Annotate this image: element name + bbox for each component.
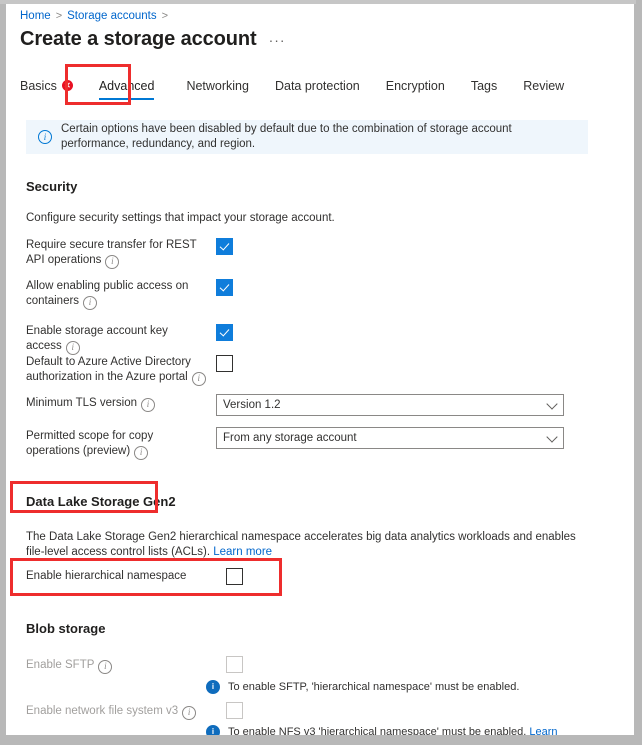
window-top-edge <box>0 0 642 4</box>
tab-data-protection-label: Data protection <box>274 78 360 93</box>
chevron-down-icon <box>546 431 558 443</box>
field-label-minimum-tls-version: Minimum TLS version i <box>26 396 206 412</box>
tab-tags-label: Tags <box>470 78 498 93</box>
field-label-text: Allow enabling public access on containe… <box>26 280 189 307</box>
field-label-permitted-copy-scope: Permitted scope for copy operations (pre… <box>26 429 206 460</box>
vertical-scrollbar[interactable] <box>636 0 642 745</box>
info-icon[interactable]: i <box>83 295 98 310</box>
azure-portal-blade: Home > Storage accounts > Create a storage … <box>6 4 634 735</box>
page-title-row: Create a storage account ··· <box>20 26 286 52</box>
info-banner: i Certain options have been disabled by … <box>26 120 588 154</box>
info-banner-text: Certain options have been disabled by de… <box>61 123 512 150</box>
field-label-enable-key-access: Enable storage account key access i <box>26 324 201 355</box>
tab-networking-label: Networking <box>186 78 249 93</box>
field-label-enable-nfs-v3: Enable network file system v3 i <box>26 704 206 720</box>
hint-nfs-v3: i To enable NFS v3 'hierarchical namespa… <box>206 725 578 735</box>
info-icon[interactable]: i <box>191 371 206 386</box>
browser-window-frame: Home > Storage accounts > Create a storage … <box>0 0 642 745</box>
section-heading-data-lake: Data Lake Storage Gen2 <box>26 494 176 509</box>
checkbox-enable-hierarchical-namespace[interactable] <box>226 568 243 585</box>
tab-review-label: Review <box>523 78 565 93</box>
hint-nfs-v3-body: To enable NFS v3 'hierarchical namespace… <box>228 726 530 735</box>
hint-nfs-v3-text: To enable NFS v3 'hierarchical namespace… <box>228 725 578 735</box>
field-label-default-aad-auth: Default to Azure Active Directory author… <box>26 355 206 386</box>
more-actions-button[interactable]: ··· <box>269 32 286 48</box>
checkbox-enable-nfs-v3 <box>226 702 243 719</box>
data-lake-description-text: The Data Lake Storage Gen2 hierarchical … <box>26 531 576 558</box>
tab-review[interactable]: Review <box>523 79 564 100</box>
tab-networking[interactable]: Networking <box>186 79 249 100</box>
info-icon[interactable]: i <box>105 254 120 269</box>
field-label-allow-public-access: Allow enabling public access on containe… <box>26 279 206 310</box>
info-solid-icon: i <box>206 725 220 735</box>
section-description-security: Configure security settings that impact … <box>26 212 335 224</box>
breadcrumb-item-storage-accounts[interactable]: Storage accounts <box>67 10 157 22</box>
breadcrumb-separator: > <box>55 10 63 22</box>
section-heading-blob-storage: Blob storage <box>26 621 106 636</box>
breadcrumb: Home > Storage accounts > <box>20 9 173 23</box>
chevron-down-icon <box>546 398 558 410</box>
tab-encryption[interactable]: Encryption <box>386 79 445 100</box>
field-label-enable-sftp: Enable SFTP i <box>26 658 206 674</box>
field-label-text: Default to Azure Active Directory author… <box>26 356 191 383</box>
field-label-text: Enable network file system v3 <box>26 705 179 717</box>
dropdown-minimum-tls-version[interactable]: Version 1.2 <box>216 394 564 416</box>
tab-bar: Basics ✕ Advanced Networking Data protec… <box>20 76 590 102</box>
dropdown-permitted-copy-scope-value: From any storage account <box>223 432 357 444</box>
tab-data-protection[interactable]: Data protection <box>275 79 360 100</box>
tab-basics-label: Basics <box>20 78 57 93</box>
field-label-text: Enable storage account key access <box>26 325 168 352</box>
dropdown-minimum-tls-version-value: Version 1.2 <box>223 399 281 411</box>
info-icon[interactable]: i <box>134 445 149 460</box>
info-icon[interactable]: i <box>65 340 80 355</box>
info-icon[interactable]: i <box>182 705 197 720</box>
error-badge-icon: ✕ <box>61 80 73 91</box>
section-heading-security: Security <box>26 179 78 194</box>
info-icon[interactable]: i <box>98 659 113 674</box>
field-label-text: Minimum TLS version <box>26 397 137 409</box>
tab-advanced[interactable]: Advanced <box>98 78 155 100</box>
page-title: Create a storage account <box>20 28 257 50</box>
field-label-enable-hierarchical-namespace: Enable hierarchical namespace <box>26 570 187 582</box>
tab-tags[interactable]: Tags <box>471 79 497 100</box>
tab-basics[interactable]: Basics ✕ <box>20 79 73 100</box>
hint-sftp-text: To enable SFTP, 'hierarchical namespace'… <box>228 681 520 693</box>
checkbox-enable-key-access[interactable] <box>216 324 233 341</box>
dropdown-permitted-copy-scope[interactable]: From any storage account <box>216 427 564 449</box>
learn-more-link-data-lake[interactable]: Learn more <box>213 546 272 558</box>
section-description-data-lake: The Data Lake Storage Gen2 hierarchical … <box>26 530 578 560</box>
window-left-edge <box>0 0 6 745</box>
tab-advanced-label: Advanced <box>98 78 155 93</box>
breadcrumb-item-home[interactable]: Home <box>20 10 51 22</box>
breadcrumb-separator-2: > <box>161 10 169 22</box>
checkbox-enable-sftp <box>226 656 243 673</box>
field-label-require-secure-transfer: Require secure transfer for REST API ope… <box>26 238 206 269</box>
checkbox-default-aad-auth[interactable] <box>216 355 233 372</box>
info-icon[interactable]: i <box>141 397 155 412</box>
info-solid-icon: i <box>206 680 220 694</box>
hint-sftp: i To enable SFTP, 'hierarchical namespac… <box>206 680 586 694</box>
tab-encryption-label: Encryption <box>385 78 445 93</box>
horizontal-scrollbar[interactable] <box>0 735 642 745</box>
info-circle-icon: i <box>38 130 52 144</box>
checkbox-allow-public-access[interactable] <box>216 279 233 296</box>
field-label-text: Enable SFTP <box>26 659 95 671</box>
checkbox-require-secure-transfer[interactable] <box>216 238 233 255</box>
